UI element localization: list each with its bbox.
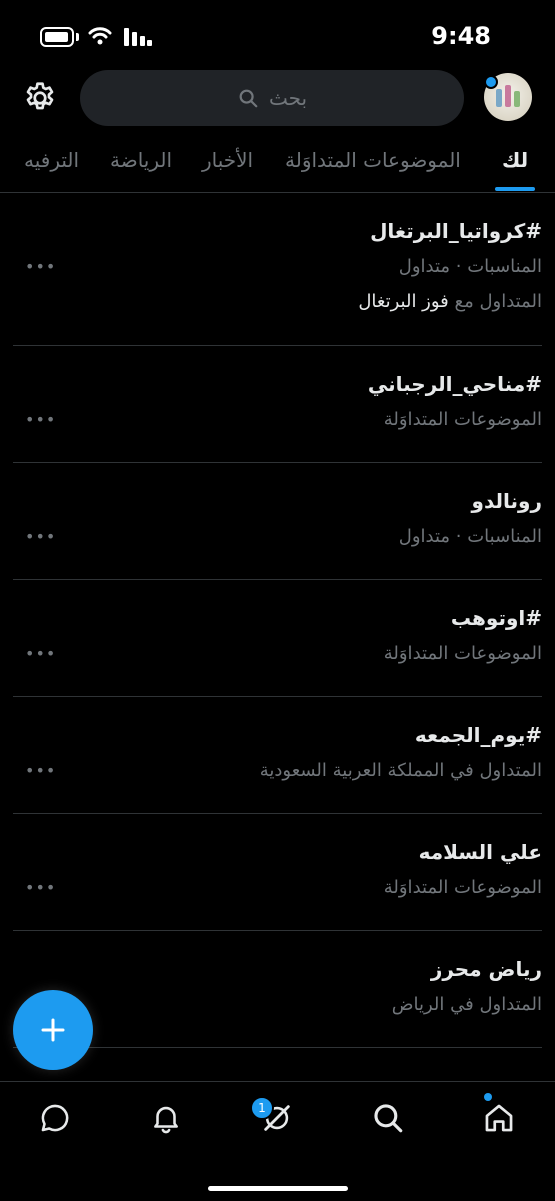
trend-meta: الموضوعات المتداوَلة [383, 643, 542, 664]
status-time: 9:48 [431, 22, 491, 50]
trend-item[interactable]: رونالدو المناسبات · متداول ••• [13, 463, 542, 580]
trend-title: رياض محرز [430, 957, 542, 981]
trend-meta: المتداول في المملكة العربية السعودية [259, 760, 542, 781]
bell-icon [154, 1106, 178, 1134]
tab-trending[interactable]: الموضوعات المتداوَلة [285, 148, 461, 172]
status-bar: 9:48 [0, 0, 555, 70]
trend-meta: الموضوعات المتداوَلة [383, 877, 542, 898]
explore-tabs: لك الموضوعات المتداوَلة الأخبار الرياضة … [0, 140, 555, 193]
home-icon [485, 1104, 513, 1132]
more-options-button[interactable]: ••• [25, 761, 56, 780]
settings-button[interactable] [22, 80, 58, 116]
gear-icon [26, 82, 54, 110]
more-options-button[interactable]: ••• [25, 644, 56, 663]
trend-meta: المناسبات · متداول [398, 256, 542, 277]
nav-messages[interactable] [35, 1098, 75, 1138]
battery-cap [76, 33, 79, 41]
unread-dot [484, 75, 498, 89]
home-unread-dot [484, 1093, 492, 1101]
trend-related-topic[interactable]: فوز البرتغال [358, 291, 448, 312]
nav-home[interactable] [479, 1098, 519, 1138]
tab-entertainment[interactable]: الترفيه [24, 148, 79, 172]
search-icon [374, 1104, 403, 1133]
nav-notifications[interactable] [146, 1098, 186, 1138]
trend-item[interactable]: علي السلامه الموضوعات المتداوَلة ••• [13, 814, 542, 931]
trends-list: #كرواتيا_البرتغال المناسبات · متداول الم… [0, 193, 555, 1048]
notifications-badge: 1 [250, 1096, 274, 1120]
profile-avatar-button[interactable] [484, 73, 534, 123]
trend-related-prefix: المتداول مع [454, 291, 543, 312]
trend-title: #مناحي_الرجباني [367, 372, 542, 396]
more-options-button[interactable]: ••• [25, 257, 56, 276]
trend-title: #اوتوهب [450, 606, 542, 630]
trend-meta: المناسبات · متداول [398, 526, 542, 547]
trend-item[interactable]: #مناحي_الرجباني الموضوعات المتداوَلة ••• [13, 346, 542, 463]
compose-post-button[interactable] [13, 990, 93, 1070]
more-options-button[interactable]: ••• [25, 878, 56, 897]
trend-item[interactable]: #اوتوهب الموضوعات المتداوَلة ••• [13, 580, 542, 697]
tab-sports[interactable]: الرياضة [110, 148, 172, 172]
home-indicator-bar [207, 1186, 348, 1191]
tab-news[interactable]: الأخبار [202, 148, 253, 172]
trend-related: المتداول مع فوز البرتغال [358, 291, 542, 312]
signal-icon [124, 28, 152, 46]
more-options-button[interactable]: ••• [25, 410, 56, 429]
trend-meta: الموضوعات المتداوَلة [383, 409, 542, 430]
more-options-button[interactable]: ••• [25, 527, 56, 546]
trend-title: رونالدو [471, 489, 542, 513]
bottom-navigation: 1 [0, 1081, 555, 1201]
plus-icon [41, 1018, 65, 1042]
wifi-icon [88, 27, 112, 45]
trend-title: #كرواتيا_البرتغال [370, 219, 542, 243]
top-header: بحث [0, 70, 555, 126]
trend-title: #يوم_الجمعه [414, 723, 542, 747]
trend-title: علي السلامه [418, 840, 542, 864]
nav-search[interactable] [368, 1098, 408, 1138]
search-bar[interactable]: بحث [80, 70, 464, 126]
active-tab-indicator [495, 187, 535, 191]
search-placeholder: بحث [268, 86, 308, 110]
battery-icon [40, 27, 74, 47]
search-icon [239, 89, 258, 108]
trend-meta: المتداول في الرياض [391, 994, 542, 1015]
trend-item[interactable]: #كرواتيا_البرتغال المناسبات · متداول الم… [13, 193, 542, 346]
tab-for-you[interactable]: لك [502, 148, 528, 172]
messages-icon [41, 1104, 69, 1132]
trend-item[interactable]: #يوم_الجمعه المتداول في المملكة العربية … [13, 697, 542, 814]
